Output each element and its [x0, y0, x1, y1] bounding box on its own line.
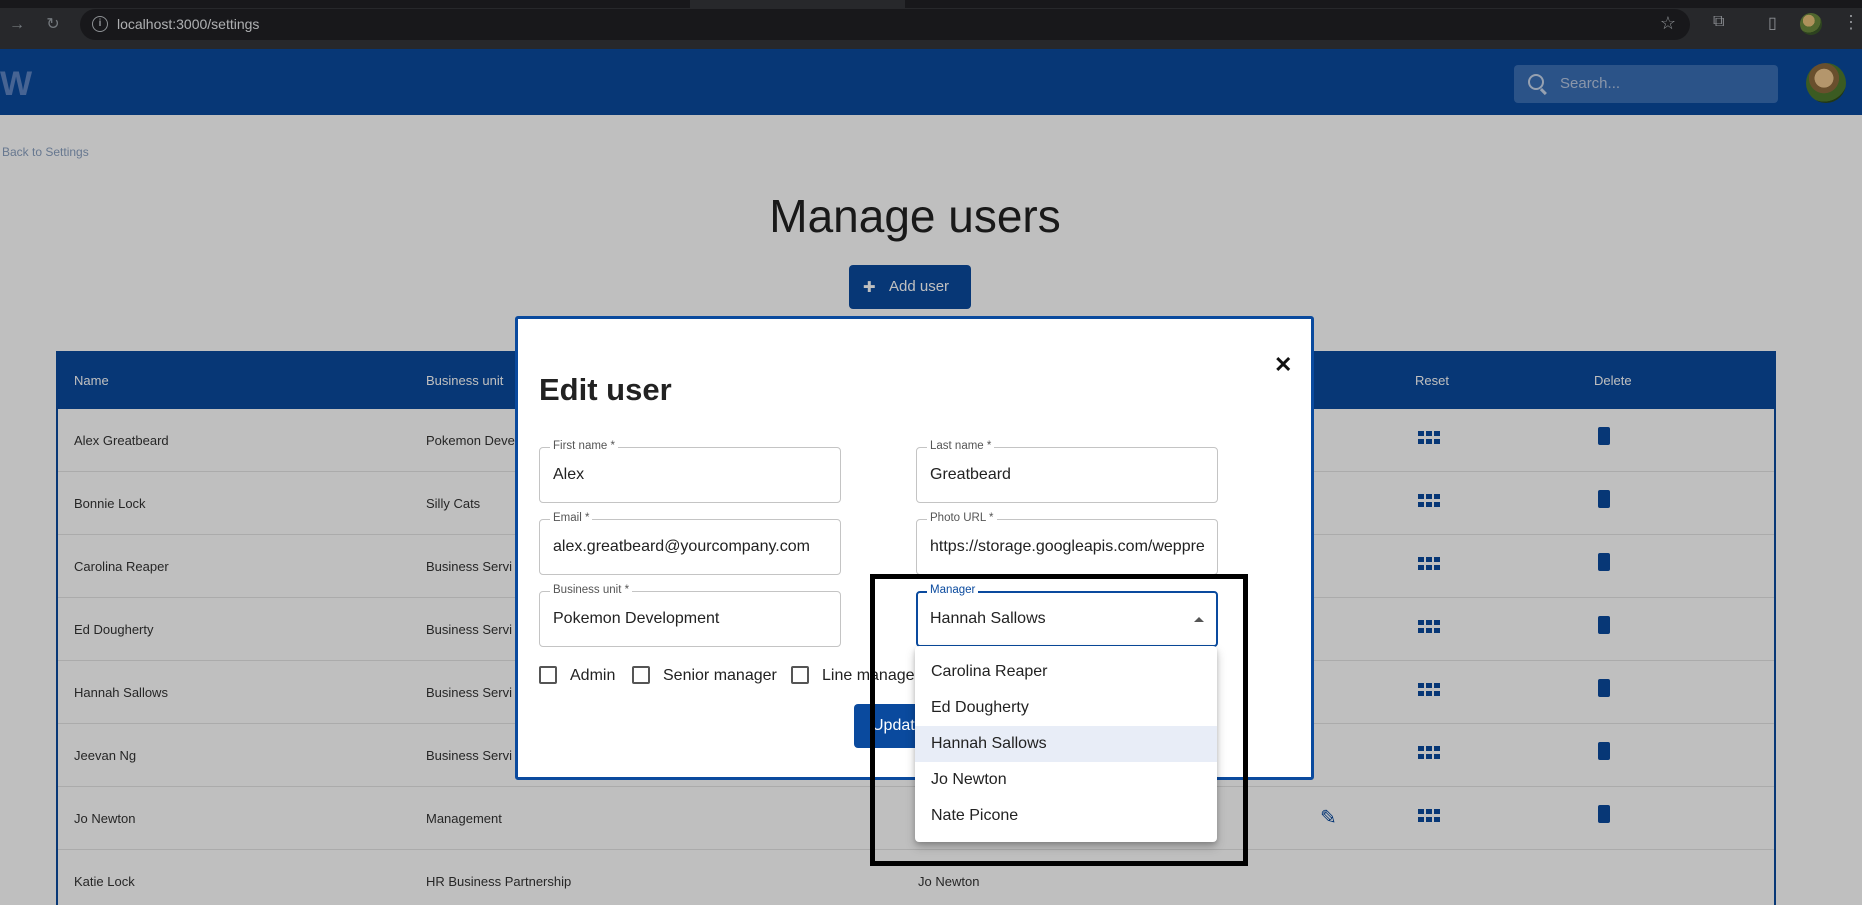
close-icon[interactable]: ✕	[1274, 354, 1292, 376]
senior-manager-label: Senior manager	[663, 667, 777, 684]
first-name-value[interactable]: Alex	[553, 466, 829, 484]
business-unit-label: Business unit *	[550, 584, 633, 596]
line-manager-checkbox-box[interactable]	[791, 666, 809, 684]
business-unit-field[interactable]: Business unit * Pokemon Development	[539, 584, 841, 647]
photo-url-value[interactable]: https://storage.googleapis.com/weppre	[930, 538, 1206, 556]
dialog-title: Edit user	[539, 372, 672, 407]
admin-checkbox-box[interactable]	[539, 666, 557, 684]
first-name-field[interactable]: First name * Alex	[539, 440, 841, 503]
first-name-label: First name *	[550, 440, 618, 452]
last-name-label: Last name *	[927, 440, 995, 452]
email-label: Email *	[550, 512, 593, 524]
photo-url-field[interactable]: Photo URL * https://storage.googleapis.c…	[916, 512, 1218, 575]
admin-label: Admin	[570, 667, 616, 684]
email-field[interactable]: Email * alex.greatbeard@yourcompany.com	[539, 512, 841, 575]
email-value[interactable]: alex.greatbeard@yourcompany.com	[553, 538, 829, 556]
last-name-field[interactable]: Last name * Greatbeard	[916, 440, 1218, 503]
senior-manager-checkbox-box[interactable]	[632, 666, 650, 684]
photo-url-label: Photo URL *	[927, 512, 997, 524]
highlight-annotation-box	[870, 574, 1248, 866]
business-unit-value[interactable]: Pokemon Development	[553, 610, 829, 628]
last-name-value[interactable]: Greatbeard	[930, 466, 1206, 484]
